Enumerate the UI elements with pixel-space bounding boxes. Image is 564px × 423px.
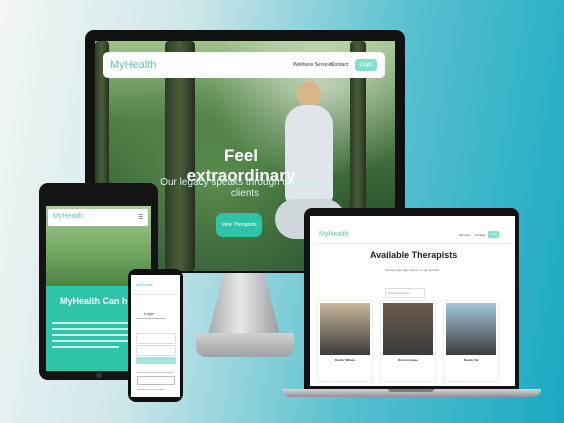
tablet-logo[interactable]: MyHealth [53, 213, 83, 220]
therapist-card[interactable]: Doctor Wilson [317, 300, 373, 382]
phone-password-field[interactable] [136, 345, 176, 356]
phone-footer-text [137, 389, 165, 390]
therapist-name: Doctor Wilson [334, 358, 356, 362]
therapists-title: Available Therapists [370, 250, 458, 260]
therapist-photo [446, 303, 496, 355]
laptop-login-button[interactable]: Login [488, 231, 499, 238]
therapist-search-input[interactable]: Search por Nam [385, 288, 425, 298]
monitor-stand [208, 273, 280, 335]
phone-login-title: Login [144, 311, 154, 316]
hero-subtitle: Our legacy speaks through our healed cli… [160, 177, 330, 199]
tablet-home-button[interactable] [96, 372, 102, 378]
laptop-logo[interactable]: MyHealth [319, 231, 349, 238]
laptop-nav-contact[interactable]: Contact [475, 233, 485, 237]
monitor-base [196, 333, 294, 357]
phone-logo[interactable]: MyHealth [136, 282, 153, 287]
therapist-photo [320, 303, 370, 355]
phone-separator [136, 372, 174, 373]
phone-email-field[interactable] [136, 333, 176, 344]
nav-link-contact[interactable]: Contact [331, 62, 348, 68]
phone-signin-button[interactable] [137, 376, 175, 385]
desktop-logo[interactable]: MyHealth [110, 59, 156, 71]
therapist-name: Doctor Oz [463, 358, 479, 362]
hamburger-icon[interactable]: ☰ [138, 214, 143, 221]
phone-subtitle [136, 318, 166, 319]
therapist-card[interactable]: Doctor Oz [443, 300, 499, 382]
view-therapists-button[interactable]: View Therapists [216, 213, 262, 237]
therapist-photo [383, 303, 433, 355]
phone-login-button[interactable] [136, 357, 176, 364]
laptop-nav-services[interactable]: Services [459, 233, 471, 237]
therapist-name: Doctor House [398, 358, 418, 362]
desktop-login-button[interactable]: Login [355, 59, 377, 71]
nav-link-wellness-services[interactable]: Wellness Services [293, 62, 334, 68]
therapists-subtitle: Choose a therapy session to get started! [385, 268, 439, 272]
therapist-card[interactable]: Doctor House [380, 300, 436, 382]
laptop-notch [388, 389, 434, 392]
phone-divider [133, 294, 178, 295]
